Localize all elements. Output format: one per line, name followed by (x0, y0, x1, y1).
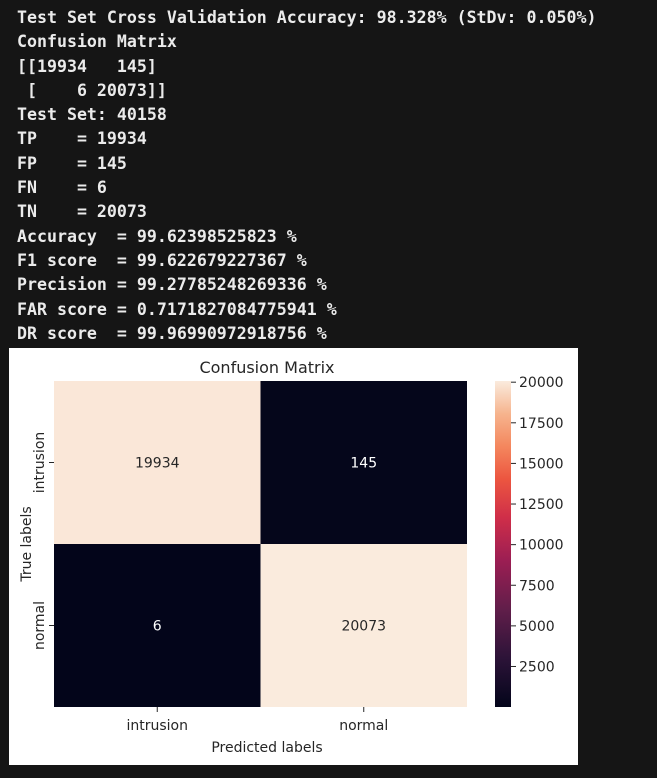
confusion-matrix-chart: Confusion Matrix 19934 145 6 20073 intrusio… (19, 358, 564, 756)
colorbar-tick-label: 10000 (519, 538, 564, 554)
console-line: Test Set Cross Validation Accuracy: 98.3… (17, 8, 597, 27)
console-line: DR score = 99.96990972918756 % (17, 323, 327, 343)
console-line: Accuracy = 99.62398525823 % (17, 226, 297, 246)
chart-title: Confusion Matrix (199, 358, 334, 377)
console-line: TN = 20073 (17, 202, 147, 222)
console-line: Precision = 99.27785248269336 % (17, 275, 327, 295)
colorbar-tick-label: 12500 (519, 497, 564, 513)
console-line: [[19934 145] (17, 56, 157, 76)
console-line: FP = 145 (17, 153, 127, 173)
x-tick-label: intrusion (126, 718, 188, 734)
console-line: Test Set: 40158 (17, 105, 167, 125)
colorbar (495, 381, 511, 707)
colorbar-tick-label: 17500 (519, 416, 564, 432)
console-line: [ 6 20073]] (17, 80, 167, 100)
colorbar-tick-label: 15000 (519, 456, 564, 472)
colorbar-tick-label: 7500 (519, 578, 555, 594)
cell-value-label: 6 (153, 619, 162, 635)
console-line: Confusion Matrix (17, 32, 177, 52)
x-axis-label: Predicted labels (211, 740, 322, 756)
console-line: TP = 19934 (17, 129, 147, 149)
confusion-matrix-figure: Confusion Matrix 19934 145 6 20073 intrusio… (9, 348, 578, 765)
colorbar-tick-label: 2500 (519, 659, 555, 675)
console-line: FAR score = 0.7171827084775941 % (17, 299, 337, 319)
console-line: F1 score = 99.622679227367 % (17, 250, 307, 270)
y-tick-label: normal (32, 601, 48, 650)
y-axis-label: True labels (19, 506, 35, 582)
cell-value-label: 145 (350, 456, 377, 472)
colorbar-tick-label: 5000 (519, 619, 555, 635)
colorbar-tick-label: 20000 (519, 375, 564, 391)
console-line: FN = 6 (17, 178, 107, 198)
y-tick-label: intrusion (32, 432, 48, 494)
console-output: Test Set Cross Validation Accuracy: 98.3… (17, 6, 596, 346)
cell-value-label: 19934 (135, 456, 180, 472)
x-tick-label: normal (339, 718, 388, 734)
cell-value-label: 20073 (341, 619, 386, 635)
